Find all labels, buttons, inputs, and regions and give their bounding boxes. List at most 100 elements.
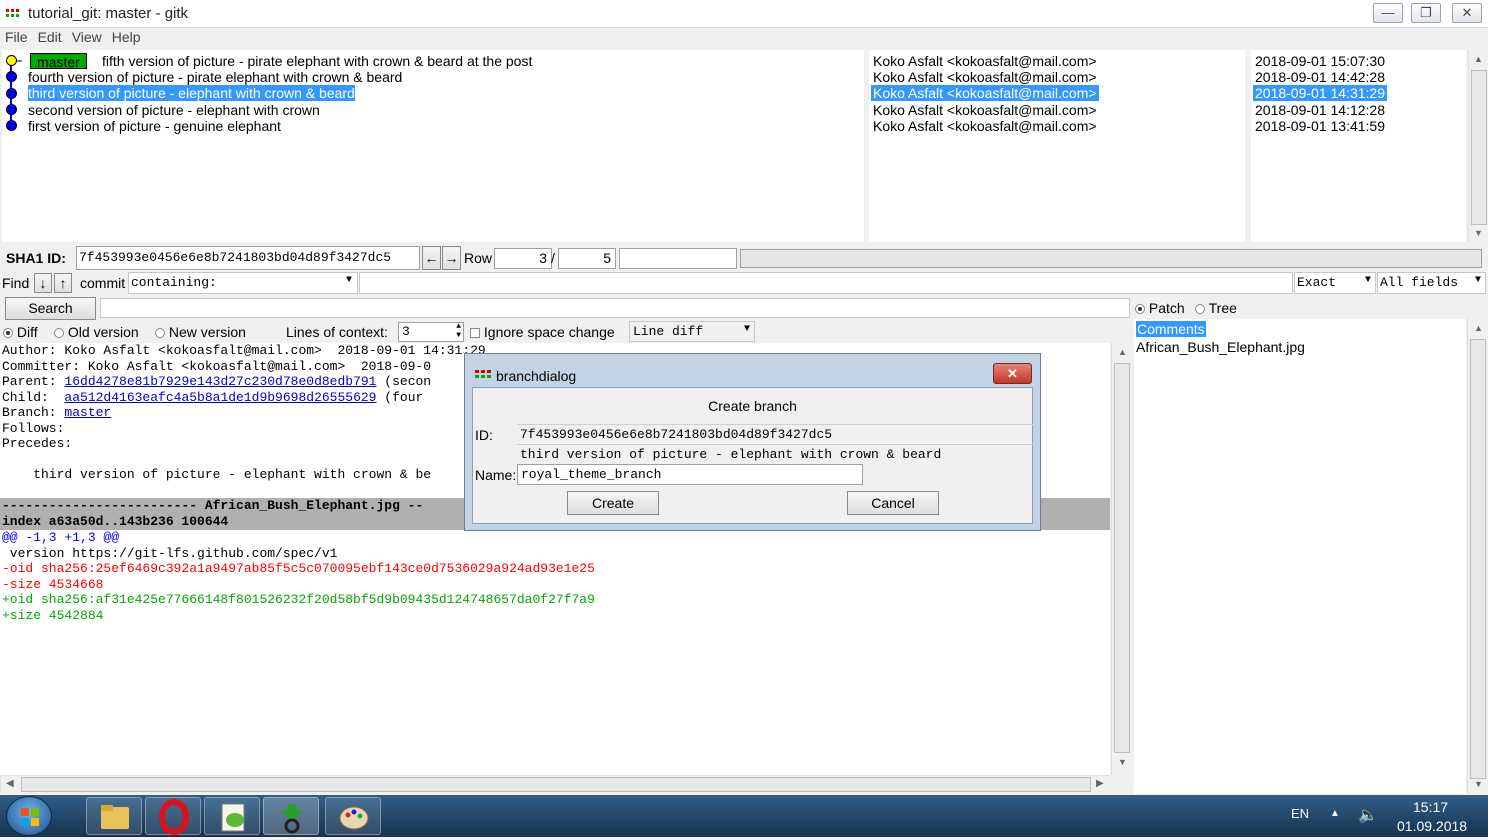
commit-author-selected[interactable]: Koko Asfalt <kokoasfalt@mail.com> <box>871 85 1099 101</box>
detail-follows: Follows: <box>2 420 65 436</box>
find-type[interactable]: commit <box>80 275 125 291</box>
commit-subject-selected[interactable]: third version of picture - elephant with… <box>28 85 355 101</box>
title-bar: tutorial_git: master - gitk — ❐ ✕ <box>0 0 1488 28</box>
new-version-radio[interactable]: New version <box>155 324 246 340</box>
window-title: tutorial_git: master - gitk <box>28 5 189 22</box>
commit-subject[interactable]: first version of picture - genuine eleph… <box>28 118 281 134</box>
diff-horizontal-scrollbar[interactable]: ◀ ▶ <box>0 775 1110 793</box>
menu-bar: File Edit View Help <box>0 28 1488 48</box>
windows-logo-icon <box>21 808 39 826</box>
commit-dot-head[interactable] <box>6 55 17 66</box>
find-mode-select[interactable]: containing: ▼ <box>128 272 358 294</box>
file-list-item-comments[interactable]: Comments <box>1136 321 1206 337</box>
find-match-select[interactable]: Exact ▼ <box>1294 272 1376 294</box>
commit-dot[interactable] <box>6 71 17 82</box>
close-window-button[interactable]: ✕ <box>1452 3 1482 23</box>
commit-date[interactable]: 2018-09-01 14:12:28 <box>1255 102 1385 118</box>
find-down-arrow-icon[interactable]: ↓ <box>34 273 52 293</box>
dialog-name-label: Name: <box>475 467 517 483</box>
file-list-scrollbar[interactable]: ▲ ▼ <box>1467 319 1488 794</box>
sha1-field[interactable]: 7f453993e0456e6e8b7241803bd04d89f3427dc5 <box>76 246 420 270</box>
detail-child: Child: aa512d4163eafc4a5b8a1de1d9b9698d2… <box>2 389 424 405</box>
lines-of-context-spinbox[interactable]: 3 ▲ ▼ <box>398 322 464 342</box>
find-up-arrow-icon[interactable]: ↑ <box>54 273 72 293</box>
diff-context-line: version https://git-lfs.github.com/spec/… <box>2 545 338 561</box>
opera-taskbar-button[interactable] <box>145 797 201 835</box>
old-version-radio[interactable]: Old version <box>54 324 139 340</box>
find-fields-select[interactable]: All fields ▼ <box>1377 272 1486 294</box>
branch-name-input[interactable]: royal_theme_branch <box>517 464 863 485</box>
commit-subject[interactable]: second version of picture - elephant wit… <box>28 102 320 118</box>
find-mode-value: containing: <box>131 275 217 290</box>
file-list-item[interactable]: African_Bush_Elephant.jpg <box>1136 339 1305 355</box>
menu-help[interactable]: Help <box>107 28 146 46</box>
lines-of-context-value: 3 <box>402 324 410 339</box>
diff-radio[interactable]: Diff <box>3 324 38 340</box>
detail-parent: Parent: 16dd4278e81b7929e143d27c230d78e0… <box>2 374 432 389</box>
author-pane: Koko Asfalt <kokoasfalt@mail.com> Koko A… <box>869 50 1245 242</box>
diff-file-header: ------------------------- African_Bush_E… <box>2 498 424 513</box>
find-input[interactable] <box>359 272 1293 294</box>
child-link[interactable]: aa512d4163eafc4a5b8a1de1d9b9698d26555629 <box>64 390 376 405</box>
language-indicator[interactable]: EN <box>1291 806 1309 821</box>
ignore-space-checkbox[interactable]: Ignore space change <box>470 324 615 340</box>
diff-hunk-header: @@ -1,3 +1,3 @@ <box>2 530 120 545</box>
forward-arrow-icon[interactable]: → <box>442 246 461 270</box>
commit-date[interactable]: 2018-09-01 13:41:59 <box>1255 118 1385 134</box>
branch-dialog: branchdialog ✕ Create branch ID: 7f45399… <box>464 353 1041 531</box>
commit-date[interactable]: 2018-09-01 15:07:30 <box>1255 53 1385 69</box>
paint-taskbar-button[interactable] <box>325 797 381 835</box>
dialog-commit-subject: third version of picture - elephant with… <box>517 444 1033 464</box>
commit-dot[interactable] <box>6 104 17 115</box>
clock-time[interactable]: 15:17 <box>1413 799 1448 815</box>
clock-date[interactable]: 01.09.2018 <box>1397 818 1467 834</box>
dialog-body: Create branch ID: 7f453993e0456e6e8b7241… <box>472 387 1033 524</box>
chevron-down-icon: ▼ <box>1474 275 1481 286</box>
menu-file[interactable]: File <box>0 28 33 46</box>
menu-view[interactable]: View <box>67 28 107 46</box>
commit-graph-pane: master fifth version of picture - pirate… <box>2 50 864 242</box>
commit-dot[interactable] <box>6 88 17 99</box>
menu-edit[interactable]: Edit <box>33 28 67 46</box>
back-arrow-icon[interactable]: ← <box>422 246 441 270</box>
tree-radio[interactable]: Tree <box>1195 300 1237 316</box>
tk-dialog-icon <box>475 370 491 378</box>
search-button[interactable]: Search <box>5 297 96 320</box>
start-button[interactable] <box>6 796 52 836</box>
chevron-down-icon: ▼ <box>345 275 352 286</box>
commit-author[interactable]: Koko Asfalt <kokoasfalt@mail.com> <box>873 118 1097 134</box>
commit-subject[interactable]: fifth version of picture - pirate elepha… <box>102 53 532 69</box>
notepad-taskbar-button[interactable] <box>204 797 260 835</box>
detail-branch: Branch: master <box>2 405 112 420</box>
branch-link[interactable]: master <box>64 405 111 420</box>
diff-mode-select[interactable]: Line diff ▼ <box>629 321 755 342</box>
volume-icon[interactable]: 🔈 <box>1358 805 1378 825</box>
cancel-button[interactable]: Cancel <box>847 491 939 515</box>
branch-tag-master[interactable]: master <box>30 53 87 70</box>
commit-author[interactable]: Koko Asfalt <kokoasfalt@mail.com> <box>873 102 1097 118</box>
row-separator: / <box>551 250 555 266</box>
restore-button[interactable]: ❐ <box>1411 3 1441 23</box>
row-label: Row <box>464 250 493 266</box>
parent-link[interactable]: 16dd4278e81b7929e143d27c230d78e0d8edb791 <box>64 374 376 389</box>
commit-date[interactable]: 2018-09-01 14:42:28 <box>1255 69 1385 85</box>
spinner-arrows-icon[interactable]: ▲ ▼ <box>456 322 461 340</box>
create-button[interactable]: Create <box>567 491 659 515</box>
minimize-button[interactable]: — <box>1373 3 1403 23</box>
diff-vertical-scrollbar[interactable]: ▲ ▼ <box>1111 343 1132 775</box>
tray-expand-icon[interactable]: ▲ <box>1330 808 1340 819</box>
commit-author[interactable]: Koko Asfalt <kokoasfalt@mail.com> <box>873 69 1097 85</box>
commit-list-scrollbar[interactable]: ▲ ▼ <box>1468 50 1488 242</box>
dialog-id-label: ID: <box>475 427 493 443</box>
search-input[interactable] <box>100 298 1130 318</box>
dialog-close-button[interactable]: ✕ <box>993 363 1032 384</box>
tk-app-icon <box>6 9 19 17</box>
explorer-taskbar-button[interactable] <box>86 797 142 835</box>
commit-author[interactable]: Koko Asfalt <kokoasfalt@mail.com> <box>873 53 1097 69</box>
git-taskbar-button[interactable] <box>263 797 319 835</box>
commit-date-selected[interactable]: 2018-09-01 14:31:29 <box>1253 85 1387 101</box>
detail-author: Author: Koko Asfalt <kokoasfalt@mail.com… <box>2 343 486 358</box>
commit-dot[interactable] <box>6 120 17 131</box>
commit-subject[interactable]: fourth version of picture - pirate eleph… <box>28 69 402 85</box>
patch-radio[interactable]: Patch <box>1135 300 1185 316</box>
